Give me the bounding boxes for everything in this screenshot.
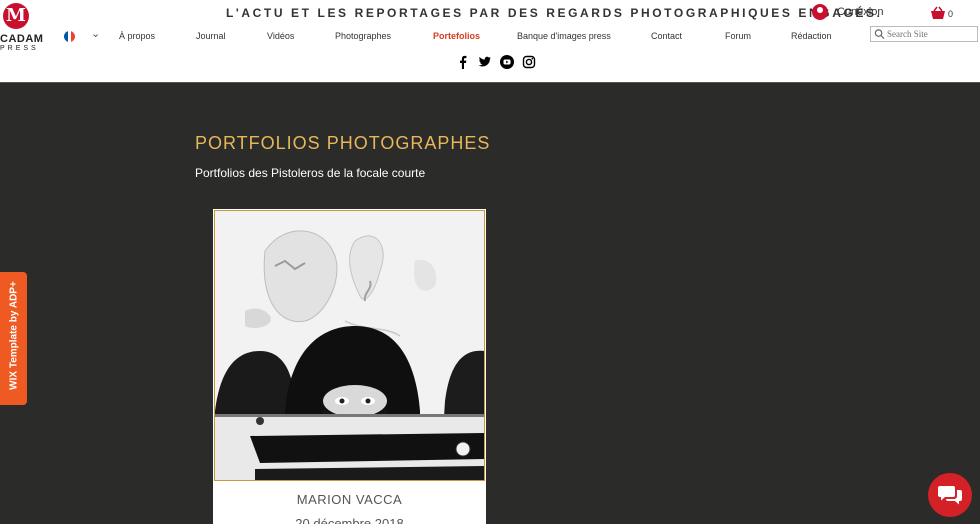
chat-icon (938, 486, 962, 505)
card-date: 20 décembre 2018 (295, 516, 404, 524)
instagram-icon[interactable] (522, 55, 536, 69)
cart-count: 0 (948, 9, 954, 19)
nav-item-contact[interactable]: Contact (651, 31, 682, 41)
logo-mark[interactable]: M (3, 3, 29, 29)
nav-item-photographes[interactable]: Photographes (335, 31, 391, 41)
basket-icon[interactable] (930, 6, 946, 20)
user-icon (812, 4, 828, 20)
wix-tab-label: WIX Template by ADP+ (8, 281, 20, 390)
nav-item-portefolios[interactable]: Portefolios (433, 31, 480, 41)
search-icon[interactable] (874, 28, 885, 40)
site-tagline: L'ACTU ET LES REPORTAGES PAR DES REGARDS… (226, 6, 883, 20)
nav-item-banque-images[interactable]: Banque d'images press (517, 31, 611, 41)
search-input[interactable] (887, 29, 977, 39)
page-title: PORTFOLIOS PHOTOGRAPHES (195, 133, 491, 153)
facebook-icon[interactable] (456, 55, 470, 69)
login-button[interactable]: Conexion (812, 4, 883, 20)
page-subtitle: Portfolios des Pistoleros de la focale c… (195, 166, 426, 180)
portfolio-photo[interactable] (214, 210, 485, 481)
nav-item-a-propos[interactable]: À propos (119, 31, 155, 41)
twitter-icon[interactable] (478, 55, 492, 69)
site-header: M CADAM PRESS ⌄ L'ACTU ET LES REPORTAGES… (0, 0, 980, 83)
nav-item-videos[interactable]: Vidéos (267, 31, 294, 41)
nav-item-journal[interactable]: Journal (196, 31, 226, 41)
card-name[interactable]: MARION VACCA (213, 492, 486, 507)
wix-template-tab[interactable]: WIX Template by ADP+ (0, 272, 27, 405)
nav-item-forum[interactable]: Forum (725, 31, 751, 41)
social-bar (456, 55, 536, 69)
nav-item-redaction[interactable]: Rédaction (791, 31, 832, 41)
search-box[interactable] (870, 26, 978, 42)
chat-button[interactable] (928, 473, 972, 517)
login-label: Conexion (837, 6, 884, 18)
portfolio-card[interactable]: MARION VACCA 20 décembre 2018 (213, 209, 486, 524)
main-nav: À propos Journal Vidéos Photographes Por… (0, 31, 870, 45)
youtube-icon[interactable] (500, 55, 514, 69)
logo-sub: PRESS (0, 45, 39, 52)
